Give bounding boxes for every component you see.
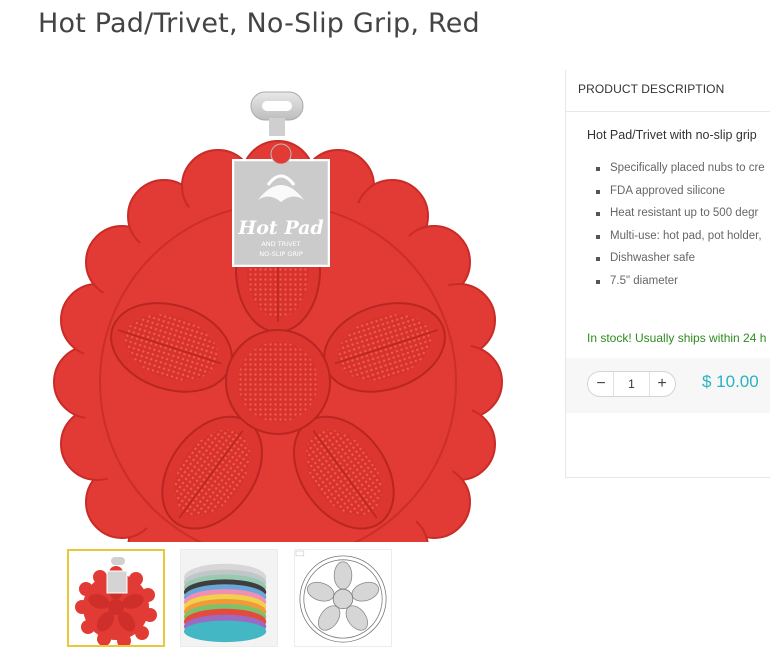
thumbnail-line-drawing[interactable]	[294, 549, 392, 647]
line-drawing-thumb-image	[295, 550, 387, 643]
hot-pad-image: Hot Pad AND TRIVET NO-SLIP GRIP	[53, 91, 503, 624]
stacked-colors-thumb-image	[181, 550, 277, 646]
tag-line1: AND TRIVET	[261, 240, 300, 248]
quantity-stepper[interactable]: − +	[587, 371, 676, 397]
feature-item: Dishwasher safe	[587, 252, 765, 275]
product-tag: Hot Pad AND TRIVET NO-SLIP GRIP	[232, 143, 330, 267]
feature-item: 7.5" diameter	[587, 275, 765, 298]
page-title: Hot Pad/Trivet, No-Slip Grip, Red	[38, 8, 480, 39]
feature-item: Heat resistant up to 500 degr	[587, 207, 765, 230]
quantity-input[interactable]	[614, 374, 649, 394]
tag-line2: NO-SLIP GRIP	[259, 250, 303, 258]
feature-item: Specifically placed nubs to cre	[587, 162, 765, 185]
feature-item: FDA approved silicone	[587, 185, 765, 208]
description-subtitle: Hot Pad/Trivet with no-slip grip	[587, 128, 757, 142]
thumbnail-red-hot-pad[interactable]	[67, 549, 165, 647]
main-product-image[interactable]: Hot Pad AND TRIVET NO-SLIP GRIP	[38, 82, 538, 624]
stock-status: In stock! Usually ships within 24 h	[587, 331, 767, 345]
tag-brand: Hot Pad	[237, 217, 323, 239]
hanger-hook	[250, 91, 304, 136]
feature-list: Specifically placed nubs to cre FDA appr…	[587, 162, 765, 297]
increase-quantity-button[interactable]: +	[649, 372, 674, 396]
product-description-panel: PRODUCT DESCRIPTION Hot Pad/Trivet with …	[565, 70, 770, 478]
thumbnail-stacked-colors[interactable]	[180, 549, 278, 647]
price-label: $ 10.00	[702, 372, 759, 391]
purchase-row: − + $ 10.00	[566, 358, 770, 413]
feature-item: Multi-use: hot pad, pot holder,	[587, 230, 765, 253]
red-hot-pad-thumb-image	[75, 557, 157, 645]
description-header: PRODUCT DESCRIPTION	[566, 70, 770, 112]
decrease-quantity-button[interactable]: −	[589, 372, 614, 396]
